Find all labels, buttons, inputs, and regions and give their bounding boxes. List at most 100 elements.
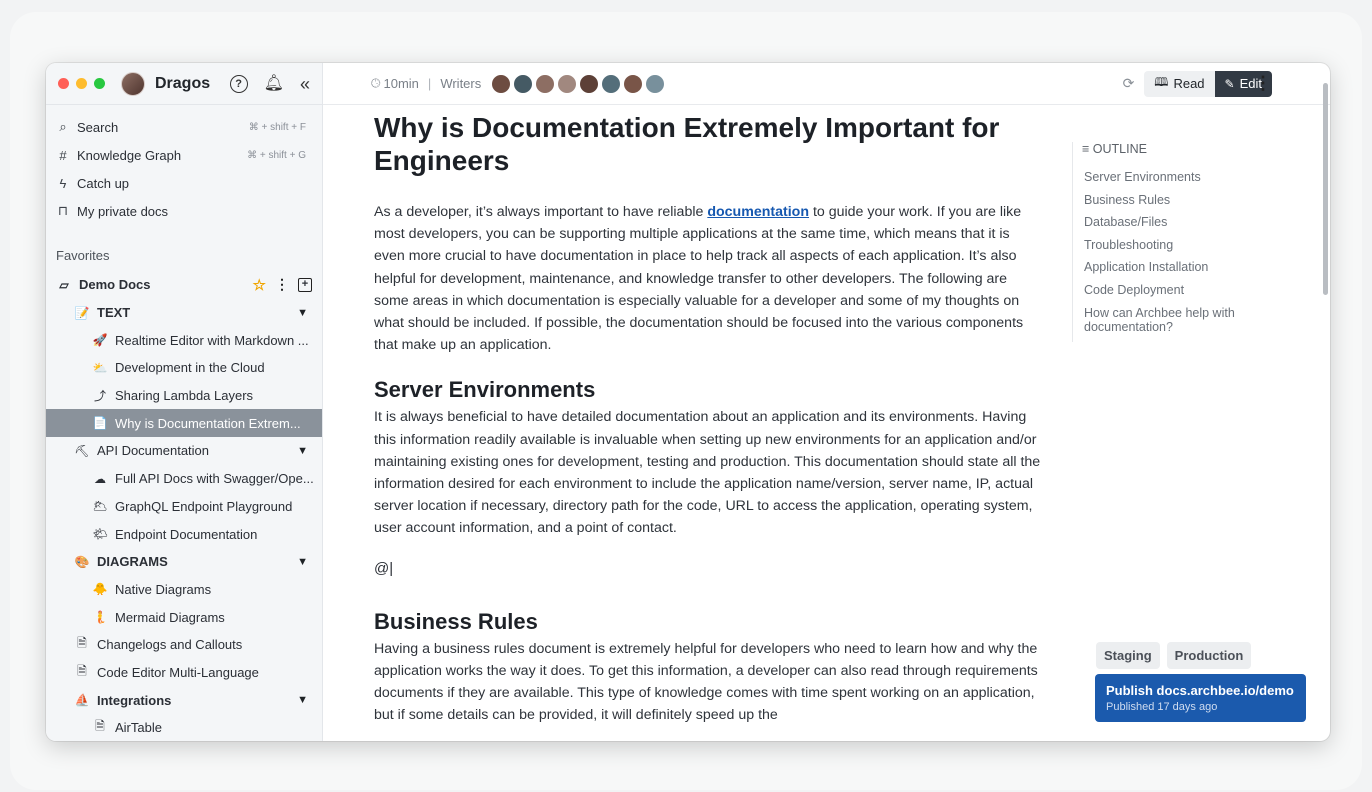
- more-icon[interactable]: ⋮: [275, 276, 289, 293]
- close-window-button[interactable]: [58, 78, 69, 89]
- outline-link[interactable]: Business Rules: [1084, 193, 1284, 207]
- quick-action-catch-up[interactable]: ϟ Catch up: [46, 169, 322, 197]
- tree-item-label: Integrations: [97, 692, 172, 708]
- bell-icon[interactable]: 🔔︎: [264, 75, 284, 92]
- tree-item-label: Changelogs and Callouts: [97, 637, 243, 653]
- publish-button[interactable]: Publish docs.archbee.io/demo Published 1…: [1095, 674, 1306, 722]
- outline-link[interactable]: Database/Files: [1084, 215, 1284, 229]
- writer-avatar[interactable]: [601, 73, 622, 94]
- writer-avatar[interactable]: [623, 73, 644, 94]
- writer-avatar[interactable]: [557, 73, 578, 94]
- writer-avatar[interactable]: [645, 73, 666, 94]
- lightning-icon: ϟ: [59, 175, 67, 191]
- page-title[interactable]: Why is Documentation Extremely Important…: [374, 111, 1044, 177]
- environment-tabs: Staging Production: [1096, 642, 1252, 669]
- add-page-icon[interactable]: +: [298, 277, 312, 292]
- star-icon[interactable]: ☆: [253, 276, 266, 294]
- maximize-window-button[interactable]: [94, 78, 105, 89]
- outline-link[interactable]: Troubleshooting: [1084, 238, 1284, 252]
- writers-label: Writers: [440, 76, 482, 91]
- tree-item[interactable]: ⛅ Development in the Cloud: [46, 354, 322, 382]
- outline-link[interactable]: Server Environments: [1084, 170, 1284, 184]
- tree-item[interactable]: 📄 Why is Documentation Extrem...: [46, 409, 322, 438]
- quick-action-knowledge-graph[interactable]: # Knowledge Graph ⌘ + shift + G: [46, 141, 322, 169]
- separator: |: [427, 76, 432, 91]
- page-icon: ▱: [59, 277, 69, 292]
- tree-item-label: Why is Documentation Extrem...: [115, 415, 301, 431]
- user-name[interactable]: Dragos: [155, 75, 210, 93]
- help-icon[interactable]: ?: [229, 74, 248, 93]
- tree-item[interactable]: ⛵ Integrations ▼: [46, 686, 322, 714]
- expand-toggle-icon[interactable]: ▼: [297, 445, 308, 457]
- writer-avatar[interactable]: [513, 73, 534, 94]
- tree-item[interactable]: ⛏ API Documentation ▼: [46, 437, 322, 465]
- quick-action-search[interactable]: ⌕ Search ⌘ + shift + F: [46, 113, 322, 141]
- search-icon: ⌕: [59, 119, 67, 134]
- minimize-window-button[interactable]: [76, 78, 87, 89]
- read-mode-button[interactable]: 🕮 Read: [1144, 70, 1215, 97]
- intro-paragraph[interactable]: As a developer, it’s always important to…: [374, 201, 1044, 356]
- page-icon: ⤴: [93, 389, 106, 404]
- scrollbar[interactable]: [1323, 83, 1328, 295]
- expand-toggle-icon[interactable]: ▼: [297, 307, 308, 319]
- outline-link[interactable]: Code Deployment: [1084, 283, 1284, 297]
- publish-title: Publish docs.archbee.io/demo: [1106, 683, 1294, 698]
- outline-link[interactable]: How can Archbee help with documentation?: [1084, 306, 1284, 334]
- page-icon: ☁: [94, 471, 106, 486]
- publish-subtitle: Published 17 days ago: [1106, 701, 1218, 713]
- server-paragraph[interactable]: It is always beneficial to have detailed…: [374, 406, 1044, 539]
- tree-item-label: TEXT: [97, 305, 131, 321]
- tree-item[interactable]: 🌤 Endpoint Documentation: [46, 520, 322, 548]
- expand-toggle-icon[interactable]: ▼: [297, 556, 308, 568]
- tree-item[interactable]: 🗎 Code Editor Multi-Language: [46, 659, 322, 687]
- outline-panel: ≡ OUTLINE Server Environments Business Ru…: [1072, 142, 1284, 343]
- tree-item[interactable]: ⤴ Sharing Lambda Layers: [46, 382, 322, 410]
- quick-action-my-private-docs[interactable]: ⊓ My private docs: [46, 197, 322, 225]
- document-body[interactable]: Why is Documentation Extremely Important…: [374, 111, 1044, 726]
- page-icon: 📝: [74, 305, 90, 320]
- expand-toggle-icon[interactable]: ▼: [297, 694, 308, 706]
- writer-avatar[interactable]: [535, 73, 556, 94]
- tree-item[interactable]: ▱ Demo Docs ☆ ⋮ +: [46, 271, 322, 299]
- heading-business-rules[interactable]: Business Rules: [374, 608, 1044, 636]
- writer-avatar[interactable]: [491, 73, 512, 94]
- outline-link[interactable]: Application Installation: [1084, 260, 1284, 274]
- tree-item-label: Development in the Cloud: [115, 360, 265, 376]
- environment-tab-production[interactable]: Production: [1166, 642, 1252, 669]
- tree-item-label: API Documentation: [97, 443, 210, 459]
- page-icon: ⛵: [74, 693, 90, 708]
- tree-item[interactable]: ☁ Full API Docs with Swagger/Ope...: [46, 465, 322, 493]
- tree-item[interactable]: 🧜 Mermaid Diagrams: [46, 603, 322, 631]
- documentation-link[interactable]: documentation: [707, 204, 809, 220]
- tree-item-label: Mermaid Diagrams: [115, 609, 225, 625]
- page-icon: ⛅: [92, 360, 108, 375]
- tree-item[interactable]: 🌥 GraphQL Endpoint Playground: [46, 493, 322, 521]
- mention-cursor[interactable]: @|: [374, 560, 1044, 582]
- tree-item[interactable]: 🚀 Realtime Editor with Markdown ...: [46, 326, 322, 354]
- user-avatar[interactable]: [121, 71, 145, 96]
- sync-icon[interactable]: ⟳: [1123, 75, 1135, 92]
- tree-item[interactable]: 🎨 DIAGRAMS ▼: [46, 548, 322, 576]
- tree-item[interactable]: 🗎 AirTable: [46, 714, 322, 741]
- environment-tab-staging[interactable]: Staging: [1096, 642, 1160, 669]
- read-label: Read: [1173, 76, 1205, 91]
- knowledge-graph-icon: #: [59, 147, 67, 163]
- writer-avatar[interactable]: [579, 73, 600, 94]
- tree-item[interactable]: 🐥 Native Diagrams: [46, 576, 322, 604]
- tree-item[interactable]: 🗎 Changelogs and Callouts: [46, 631, 322, 659]
- business-paragraph[interactable]: Having a business rules document is extr…: [374, 638, 1044, 727]
- tree-item[interactable]: 📝 TEXT ▼: [46, 299, 322, 327]
- page-icon: 🎨: [74, 554, 90, 569]
- writers-avatars[interactable]: [491, 73, 667, 94]
- pencil-icon: ✎: [1224, 76, 1235, 91]
- doc-tree: ▱ Demo Docs ☆ ⋮ + 📝 TEXT ▼ 🚀 Realtime Editor with…: [46, 271, 322, 741]
- heading-server-environments[interactable]: Server Environments: [374, 376, 1044, 404]
- collapse-sidebar-icon[interactable]: «: [300, 75, 310, 93]
- page-icon: 🗎: [77, 636, 87, 651]
- page-icon: 🐥: [92, 582, 108, 597]
- page-icon: 🌥: [92, 499, 108, 514]
- page-icon: 📄: [92, 416, 108, 431]
- tree-item-label: Realtime Editor with Markdown ...: [115, 332, 309, 348]
- tree-item-label: Endpoint Documentation: [115, 526, 258, 542]
- more-options-icon[interactable]: ⋮: [1254, 73, 1272, 94]
